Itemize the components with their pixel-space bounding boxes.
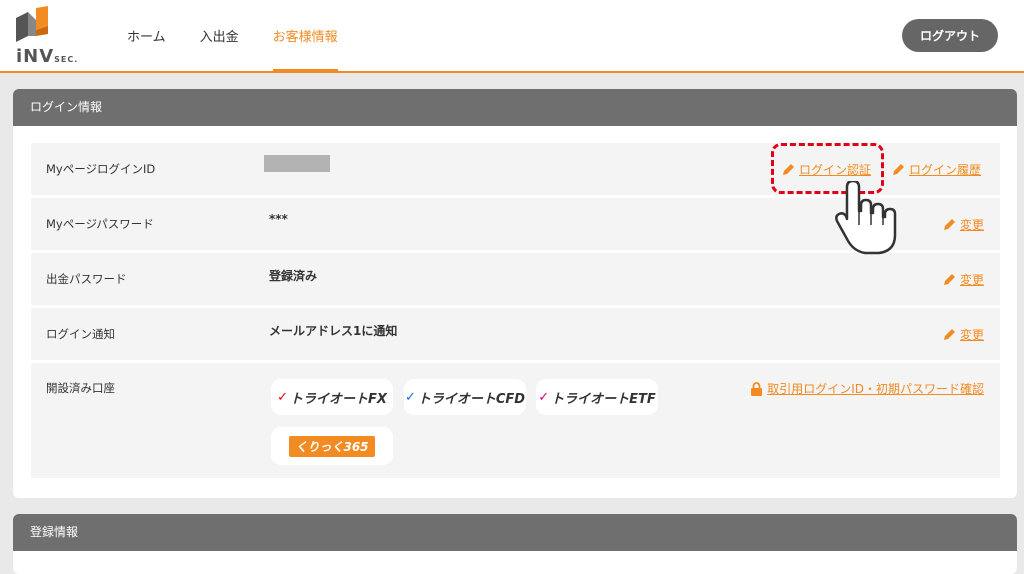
check-mark-icon: ✓ <box>277 389 288 405</box>
row-login-id: MyページログインID ログイン認証 ログイン履歴 <box>31 143 1000 195</box>
change-password-link[interactable]: 変更 <box>942 216 984 233</box>
invsec-logo[interactable]: iNVSEC. <box>14 6 94 67</box>
account-badge-click365[interactable]: くりっく365 <box>271 427 393 465</box>
logo-mark-icon <box>16 6 48 42</box>
row-value: 登録済み <box>269 269 318 283</box>
nav-home[interactable]: ホーム <box>127 26 166 71</box>
row-label: MyページログインID <box>46 162 156 176</box>
section-title: ログイン情報 <box>13 89 1017 126</box>
pencil-icon <box>943 273 955 285</box>
pencil-icon <box>893 163 904 175</box>
account-badge-fx[interactable]: ✓ トライオートFX <box>271 379 393 415</box>
lock-icon <box>751 381 763 396</box>
pencil-icon <box>783 163 794 175</box>
row-login-notification: ログイン通知 メールアドレス1に通知 変更 <box>31 308 1000 360</box>
section-title: 登録情報 <box>13 514 1017 551</box>
check-mark-icon: ✓ <box>404 389 416 405</box>
pencil-icon <box>943 218 955 230</box>
row-opened-accounts: 開設済み口座 ✓ トライオートFX ✓ トライオートCFD ✓ トライオートET… <box>31 363 1000 478</box>
logout-button[interactable]: ログアウト <box>902 19 998 52</box>
login-info-rows: MyページログインID ログイン認証 ログイン履歴 Myページパスワード ***… <box>31 143 1000 481</box>
change-withdrawal-password-link[interactable]: 変更 <box>942 271 984 288</box>
logo-text: iNVSEC. <box>16 46 79 67</box>
row-label: ログイン通知 <box>46 327 115 341</box>
account-badge-etf[interactable]: ✓ トライオートETF <box>536 379 658 415</box>
row-label: Myページパスワード <box>46 217 154 231</box>
row-password: Myページパスワード *** 変更 <box>31 198 1000 250</box>
row-label: 出金パスワード <box>46 272 127 286</box>
row-value: *** <box>269 212 288 226</box>
row-withdrawal-password: 出金パスワード 登録済み 変更 <box>31 253 1000 305</box>
nav-deposit-withdrawal[interactable]: 入出金 <box>200 26 239 71</box>
check-mark-icon: ✓ <box>538 389 550 405</box>
registration-info-section: 登録情報 <box>13 514 1017 574</box>
top-header: iNVSEC. ホーム 入出金 お客様情報 ログアウト <box>0 0 1024 73</box>
login-auth-link[interactable]: ログイン認証 <box>781 161 871 178</box>
login-history-link[interactable]: ログイン履歴 <box>891 161 981 178</box>
nav-customer-info[interactable]: お客様情報 <box>272 26 338 71</box>
trading-login-id-link[interactable]: 取引用ログインID・初期パスワード確認 <box>750 380 984 397</box>
login-info-section: ログイン情報 MyページログインID ログイン認証 ログイン履歴 Myページパス… <box>13 89 1017 498</box>
pencil-icon <box>943 328 955 340</box>
change-notification-link[interactable]: 変更 <box>942 326 984 343</box>
row-value: メールアドレス1に通知 <box>269 324 398 338</box>
main-nav: ホーム 入出金 お客様情報 <box>127 26 372 71</box>
masked-login-id <box>264 155 330 172</box>
click365-logo: くりっく365 <box>289 435 375 457</box>
account-badge-cfd[interactable]: ✓ トライオートCFD <box>404 379 526 415</box>
row-label: 開設済み口座 <box>46 381 115 395</box>
